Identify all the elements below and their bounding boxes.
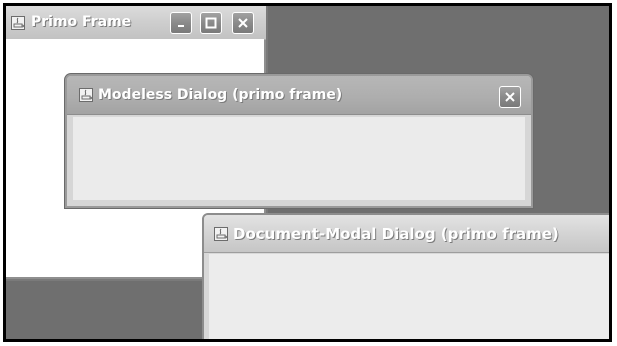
close-icon xyxy=(238,18,248,28)
document-modal-dialog-content xyxy=(209,254,609,339)
modeless-close-button[interactable] xyxy=(499,86,521,108)
maximize-button[interactable] xyxy=(200,12,222,34)
java-icon xyxy=(11,16,25,30)
primo-frame-titlebar[interactable]: Primo Frame xyxy=(6,6,266,40)
close-icon xyxy=(505,92,515,102)
modeless-dialog-window[interactable]: Modeless Dialog (primo frame) xyxy=(65,74,533,208)
modeless-dialog-title: Modeless Dialog (primo frame) xyxy=(98,87,343,103)
desktop-area: Primo Frame Modeless Dialog (primo frame… xyxy=(3,3,612,342)
minimize-icon xyxy=(178,25,184,27)
primo-frame-title: Primo Frame xyxy=(31,14,132,30)
document-modal-dialog-titlebar[interactable]: Document-Modal Dialog (primo frame) xyxy=(204,215,609,253)
minimize-button[interactable] xyxy=(170,12,192,34)
maximize-icon xyxy=(205,17,217,29)
modeless-dialog-titlebar[interactable]: Modeless Dialog (primo frame) xyxy=(67,76,531,115)
modeless-dialog-content xyxy=(73,116,525,200)
java-icon xyxy=(214,227,228,241)
java-icon xyxy=(79,88,93,102)
document-modal-dialog-window[interactable]: Document-Modal Dialog (primo frame) xyxy=(202,213,609,339)
document-modal-dialog-title: Document-Modal Dialog (primo frame) xyxy=(233,225,559,243)
close-button[interactable] xyxy=(232,12,254,34)
